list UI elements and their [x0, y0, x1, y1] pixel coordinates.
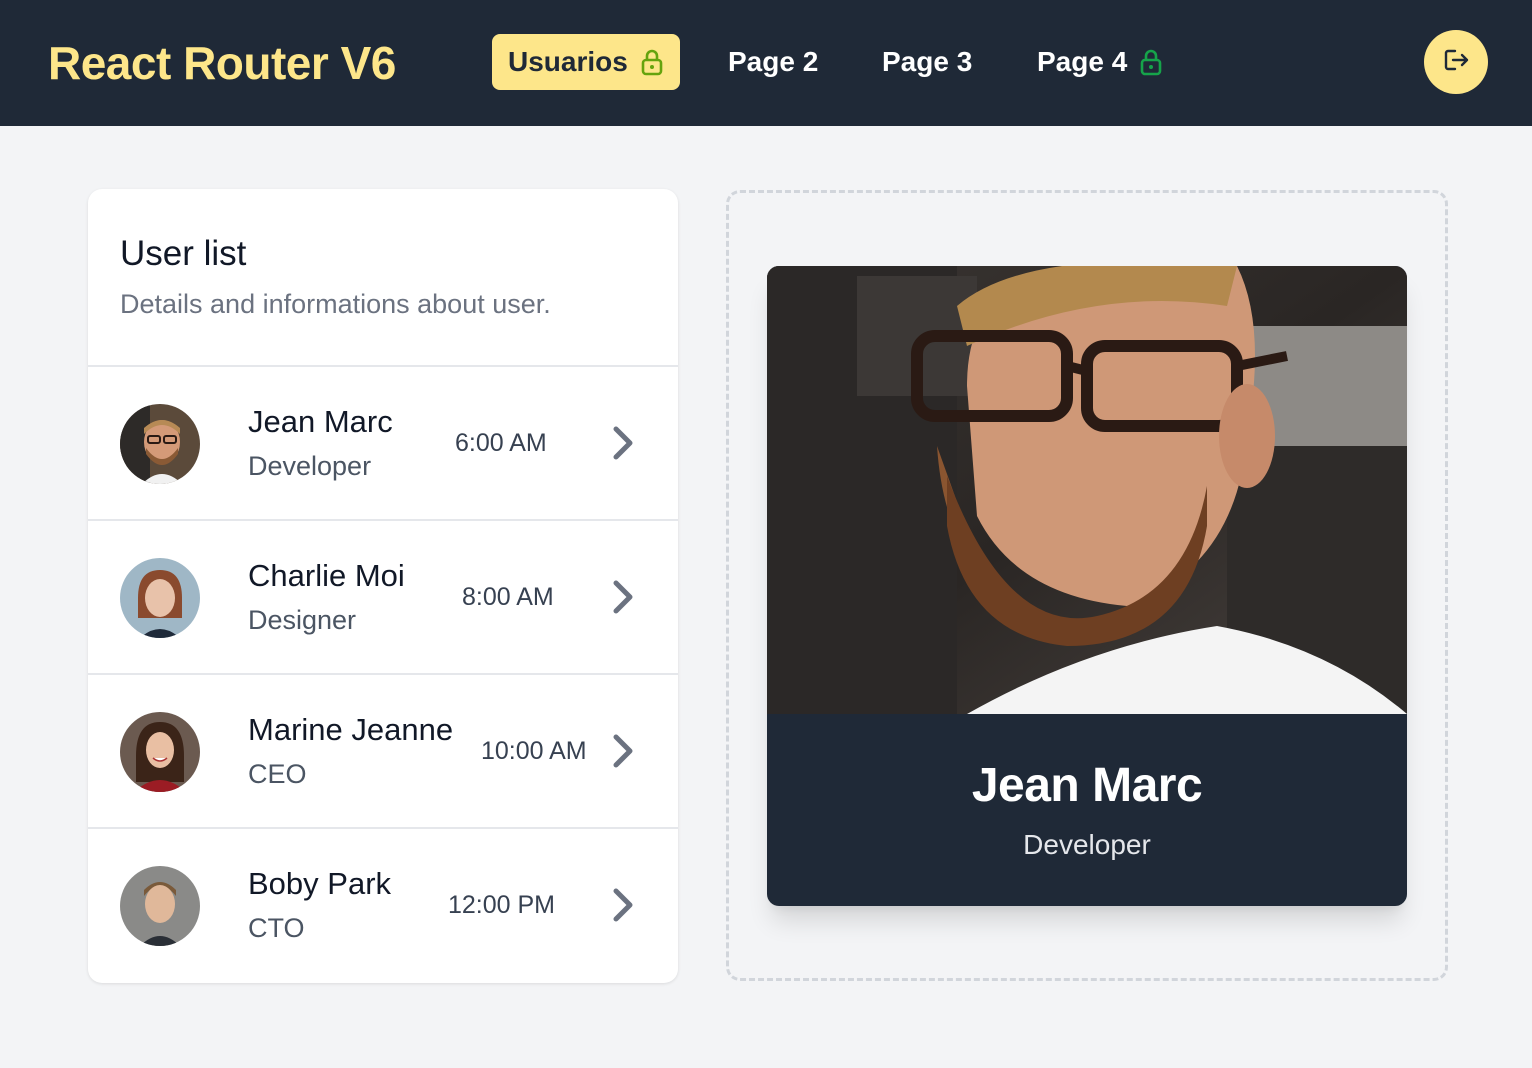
lock-icon [640, 48, 664, 76]
user-row-jean-marc[interactable]: Jean Marc Developer 6:00 AM [88, 367, 678, 521]
chevron-right-icon [608, 577, 640, 617]
user-time: 10:00 AM [481, 737, 587, 765]
user-role: CEO [248, 759, 307, 789]
avatar [120, 866, 200, 946]
nav-item-label: Page 4 [1037, 46, 1128, 77]
user-list-title: User list [120, 234, 247, 273]
nav-item-label: Page 2 [728, 46, 819, 77]
user-list-card: User list Details and informations about… [88, 189, 678, 983]
user-list-subtitle: Details and informations about user. [120, 289, 551, 319]
user-list-header: User list Details and informations about… [88, 189, 678, 367]
lock-icon [1139, 48, 1163, 76]
user-name: Marine Jeanne [248, 712, 454, 747]
logout-button[interactable] [1424, 30, 1488, 94]
avatar [120, 558, 200, 638]
nav-item-label: Page 3 [882, 46, 973, 77]
user-time: 12:00 PM [448, 891, 556, 919]
profile-card: Jean Marc Developer [767, 266, 1407, 906]
chevron-right-icon [608, 731, 640, 771]
profile-role: Developer [1023, 829, 1151, 860]
chevron-right-icon [608, 423, 640, 463]
user-time: 6:00 AM [455, 429, 547, 457]
avatar [120, 712, 200, 792]
user-row-marine-jeanne[interactable]: Marine Jeanne CEO 10:00 AM [88, 675, 678, 829]
user-row-charlie-moi[interactable]: Charlie Moi Designer 8:00 AM [88, 521, 678, 675]
profile-photo [767, 266, 1407, 714]
brand-title[interactable]: React Router V6 [48, 34, 396, 92]
user-role: CTO [248, 913, 305, 943]
nav-item-page-4[interactable]: Page 4 [1037, 34, 1163, 90]
nav-item-page-2[interactable]: Page 2 [728, 34, 818, 90]
user-name: Jean Marc [248, 404, 393, 439]
nav-item-label: Usuarios [508, 46, 628, 77]
user-role: Designer [248, 605, 357, 635]
logout-icon [1441, 45, 1471, 80]
nav-item-page-3[interactable]: Page 3 [882, 34, 972, 90]
user-name: Boby Park [248, 866, 392, 901]
nav-item-usuarios[interactable]: Usuarios [492, 34, 680, 90]
user-name: Charlie Moi [248, 558, 405, 593]
user-role: Developer [248, 451, 372, 481]
user-row-boby-park[interactable]: Boby Park CTO 12:00 PM [88, 829, 678, 983]
top-navbar: React Router V6 Usuarios Page 2 Page 3 P… [0, 0, 1532, 126]
chevron-right-icon [608, 885, 640, 925]
user-time: 8:00 AM [462, 583, 554, 611]
profile-name: Jean Marc [971, 759, 1203, 812]
avatar [120, 404, 200, 484]
